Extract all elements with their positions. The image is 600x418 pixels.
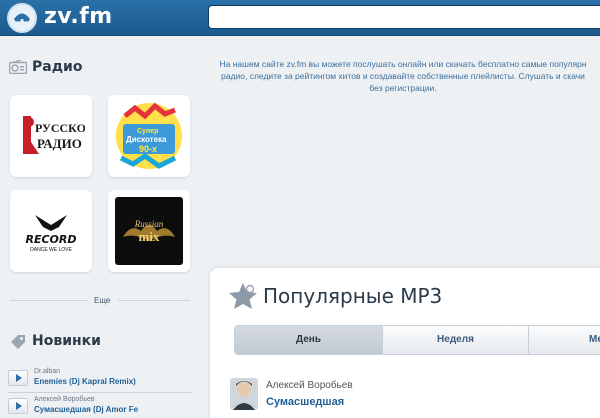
period-tabs: День Неделя Ме — [234, 325, 600, 355]
list-item[interactable]: Dr.alban Enemies (Dj Kapral Remix) — [8, 367, 200, 389]
more-stations-link[interactable]: Еще — [94, 296, 110, 305]
station-russkoe-radio[interactable]: РУССКОЕ РАДИО — [10, 95, 92, 177]
tab-week[interactable]: Неделя — [383, 326, 529, 354]
radio-icon — [9, 60, 27, 74]
popular-title: Популярные MP3 — [263, 284, 443, 308]
list-divider — [8, 392, 192, 393]
search-input[interactable] — [208, 5, 600, 29]
station-record[interactable]: RECORD DANCE WE LOVE — [10, 190, 92, 272]
svg-text:90-х: 90-х — [139, 144, 157, 154]
station-russian-mix[interactable]: Russian mix — [108, 190, 190, 272]
super-diskoteka-logo: Супер Дискотека 90-х — [115, 102, 183, 170]
site-logo[interactable]: zv.fm — [44, 4, 113, 29]
list-item[interactable]: Алексей Воробьев Сумасшедшая (Dj Amor Fe — [8, 395, 200, 417]
track-artist: Dr.alban — [34, 368, 61, 375]
star-icon — [229, 283, 257, 309]
play-button[interactable] — [8, 370, 28, 386]
svg-text:Дискотека: Дискотека — [126, 135, 167, 144]
russkoe-radio-logo: РУССКОЕ РАДИО — [17, 102, 85, 170]
svg-text:Супер: Супер — [137, 128, 158, 135]
track-title[interactable]: Enemies (Dj Kapral Remix) — [34, 377, 206, 386]
divider-right — [118, 300, 190, 301]
russian-mix-logo: Russian mix — [115, 197, 183, 265]
record-logo: RECORD DANCE WE LOVE — [17, 197, 85, 265]
radio-section-title: Радио — [32, 59, 83, 75]
divider-left — [10, 300, 88, 301]
svg-text:РУССКОЕ: РУССКОЕ — [35, 121, 85, 135]
intro-line: На нашем сайте zv.fm вы можете послушать… — [219, 59, 587, 69]
intro-line: радио, следите за рейтингом хитов и созд… — [221, 71, 585, 81]
avatar[interactable] — [230, 378, 258, 410]
play-button[interactable] — [8, 398, 28, 414]
new-releases-title: Новинки — [32, 333, 101, 349]
song-title[interactable]: Сумасшедшая — [266, 396, 344, 408]
track-title[interactable]: Сумасшедшая (Dj Amor Fe — [34, 405, 206, 414]
svg-text:РАДИО: РАДИО — [37, 136, 82, 151]
intro-text: На нашем сайте zv.fm вы можете послушать… — [206, 58, 600, 94]
song-artist: Алексей Воробьев — [266, 380, 353, 391]
logo-icon[interactable] — [7, 3, 37, 33]
track-artist: Алексей Воробьев — [34, 396, 95, 403]
tab-day[interactable]: День — [235, 326, 383, 354]
intro-line: без регистрации. — [369, 83, 437, 93]
svg-text:DANCE WE LOVE: DANCE WE LOVE — [30, 247, 72, 253]
station-super-diskoteka[interactable]: Супер Дискотека 90-х — [108, 95, 190, 177]
tag-icon — [11, 335, 25, 349]
svg-text:RECORD: RECORD — [25, 233, 76, 246]
svg-text:Russian: Russian — [134, 219, 164, 229]
svg-text:mix: mix — [139, 229, 160, 244]
tab-month[interactable]: Ме — [529, 326, 600, 354]
top-header: zv.fm — [0, 0, 600, 36]
